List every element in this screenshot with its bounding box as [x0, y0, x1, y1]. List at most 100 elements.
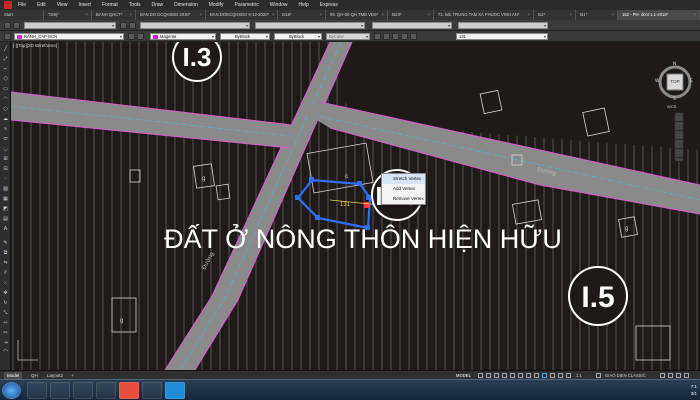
autocad-logo-icon[interactable]: [4, 1, 12, 9]
annotation-scale-icon[interactable]: [566, 373, 571, 378]
zoom-icon[interactable]: [675, 131, 683, 140]
file-tab[interactable]: 72. kdc TRUNG TAM XA PHUOC VINH AN* ×: [434, 10, 534, 20]
scale-tool-icon[interactable]: ⤡: [2, 310, 9, 316]
match-properties-icon[interactable]: [383, 33, 390, 40]
viewcube-face-label[interactable]: TOP: [668, 79, 682, 84]
design-center-icon[interactable]: [401, 33, 408, 40]
construction-line-icon[interactable]: ⤢: [2, 56, 9, 62]
table-tool-icon[interactable]: ▤: [2, 216, 9, 222]
offset-tool-icon[interactable]: ⫽: [2, 270, 9, 276]
explorer-icon[interactable]: [50, 382, 70, 399]
style-combo[interactable]: ▾: [372, 22, 452, 29]
gradient-tool-icon[interactable]: ▦: [2, 196, 9, 202]
lineweight-combo[interactable]: ByBlock ▾: [274, 33, 322, 40]
hatch-tool-icon[interactable]: ▨: [2, 186, 9, 192]
erase-tool-icon[interactable]: ✎: [2, 240, 9, 246]
tool-palettes-icon[interactable]: [410, 33, 417, 40]
menu-file[interactable]: File: [18, 2, 26, 8]
mirror-tool-icon[interactable]: ⇋: [2, 260, 9, 266]
point-tool-icon[interactable]: ·: [2, 176, 9, 182]
compass-north[interactable]: N: [673, 62, 676, 67]
annotation-monitor-icon[interactable]: [660, 373, 665, 378]
layer-previous-icon[interactable]: [137, 33, 144, 40]
annotation-visibility-icon[interactable]: [550, 373, 555, 378]
insert-block-icon[interactable]: ⊞: [2, 156, 9, 162]
circle-tool-icon[interactable]: ○: [2, 106, 9, 112]
menu-insert[interactable]: Insert: [78, 2, 91, 8]
close-icon[interactable]: ×: [200, 12, 202, 20]
close-icon[interactable]: ×: [694, 12, 696, 20]
grid-icon[interactable]: [478, 373, 483, 378]
close-icon[interactable]: ×: [612, 12, 614, 20]
ellipse-tool-icon[interactable]: ⬭: [2, 136, 9, 142]
layer-states-combo[interactable]: ▾: [140, 22, 250, 29]
array-tool-icon[interactable]: ⁙: [2, 280, 9, 286]
close-icon[interactable]: ×: [570, 12, 572, 20]
fillet-tool-icon[interactable]: ⌒: [2, 350, 9, 356]
lineweight-toggle-icon[interactable]: [526, 373, 531, 378]
selection-cycling-icon[interactable]: [542, 373, 547, 378]
properties-icon[interactable]: [374, 33, 381, 40]
steering-wheel-icon[interactable]: [675, 113, 683, 122]
start-button[interactable]: [2, 382, 21, 399]
hot-grip[interactable]: [364, 202, 370, 208]
system-clock[interactable]: 7:1 3/1: [691, 383, 697, 397]
osnap-icon[interactable]: [510, 373, 515, 378]
rotate-tool-icon[interactable]: ↻: [2, 300, 9, 306]
open-file-icon[interactable]: [13, 22, 20, 29]
otrack-icon[interactable]: [518, 373, 523, 378]
file-tab-active[interactable]: 152 - PH- dcnt 1.1-2018* ×: [618, 10, 700, 20]
named-views-combo[interactable]: ▾: [255, 22, 365, 29]
arc-tool-icon[interactable]: ◠: [2, 96, 9, 102]
new-file-icon[interactable]: [4, 22, 11, 29]
file-tab[interactable]: ts23* ×: [388, 10, 434, 20]
tab-model[interactable]: Model: [4, 372, 23, 379]
snap-icon[interactable]: [486, 373, 491, 378]
polyline-tool-icon[interactable]: ⌐: [2, 66, 9, 72]
close-icon[interactable]: ×: [528, 12, 530, 20]
clean-screen-icon[interactable]: [676, 373, 681, 378]
menu-help[interactable]: Help: [299, 2, 309, 8]
pan-icon[interactable]: [675, 122, 683, 131]
spline-tool-icon[interactable]: ∿: [2, 126, 9, 132]
mtext-tool-icon[interactable]: A: [2, 226, 9, 232]
close-icon[interactable]: ×: [428, 12, 430, 20]
wcs-menu[interactable]: WCS: [667, 104, 676, 109]
menu-tools[interactable]: Tools: [129, 2, 141, 8]
move-tool-icon[interactable]: ✥: [2, 290, 9, 296]
annotation-autoscale-icon[interactable]: [558, 373, 563, 378]
menu-parametric[interactable]: Parametric: [235, 2, 259, 8]
close-icon[interactable]: ×: [130, 12, 132, 20]
menu-edit[interactable]: Edit: [37, 2, 46, 8]
model-space-toggle[interactable]: MODEL: [456, 372, 471, 379]
rectangle-tool-icon[interactable]: ▭: [2, 86, 9, 92]
close-icon[interactable]: ×: [86, 12, 88, 20]
make-block-icon[interactable]: ⊟: [2, 166, 9, 172]
plotstyle-combo[interactable]: ByColor ▾: [326, 33, 370, 40]
menu-format[interactable]: Format: [102, 2, 118, 8]
file-tab[interactable]: TD6(* ×: [44, 10, 92, 20]
workspace-switch[interactable]: GIAO DIEN CLASSIC: [605, 372, 646, 379]
stretch-tool-icon[interactable]: ⇿: [2, 320, 9, 326]
extend-tool-icon[interactable]: ⇥: [2, 340, 9, 346]
file-tab[interactable]: 06. QH-00-QH TMB VDS* ×: [326, 10, 388, 20]
line-tool-icon[interactable]: ╱: [2, 46, 9, 52]
compass-south[interactable]: S: [673, 97, 676, 102]
ellipse-arc-tool-icon[interactable]: ◡: [2, 146, 9, 152]
workspace-combo[interactable]: ▾: [24, 22, 116, 29]
menu-view[interactable]: View: [57, 2, 68, 8]
polar-icon[interactable]: [502, 373, 507, 378]
menu-add-vertex[interactable]: Add Vertex: [382, 184, 425, 194]
file-tab[interactable]: BAN DO DCQHSDD 2030* ×: [136, 10, 206, 20]
layer-combo[interactable]: RANH_CAP GCN ▾: [14, 33, 124, 40]
gear-icon[interactable]: [596, 373, 601, 378]
file-tab[interactable]: BANH QHCT* ×: [92, 10, 136, 20]
polygon-tool-icon[interactable]: ⬡: [2, 76, 9, 82]
file-tab[interactable]: ts18* ×: [278, 10, 326, 20]
make-current-icon[interactable]: [128, 33, 135, 40]
autocad-taskbar-icon[interactable]: [119, 382, 139, 399]
hamburger-menu-icon[interactable]: [684, 373, 689, 378]
layer-properties-icon[interactable]: [4, 33, 11, 40]
menu-remove-vertex[interactable]: Remove Vertex: [382, 194, 425, 204]
drawing-canvas[interactable]: 131 I.3 I.23 I.5 ĐẤT Ở NÔNG THÔN HIỆN HỮ…: [11, 42, 700, 370]
